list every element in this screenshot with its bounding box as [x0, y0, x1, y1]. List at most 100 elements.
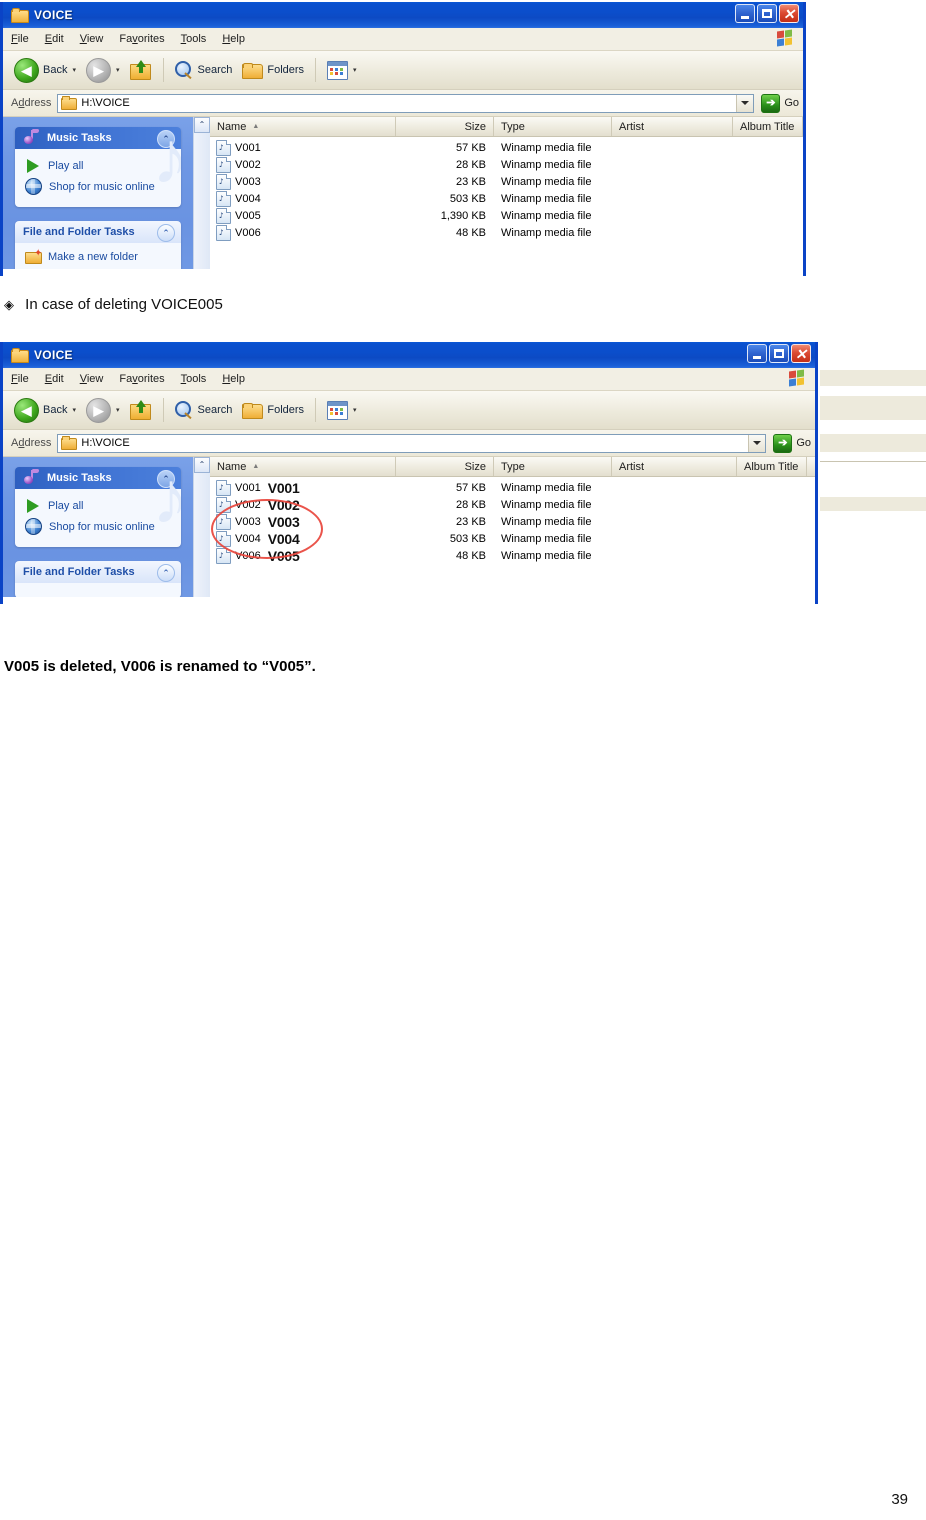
window-controls[interactable]: ✕ [735, 4, 799, 23]
menu-item-edit[interactable]: Edit [45, 33, 64, 45]
address-input[interactable]: H:\VOICE [57, 93, 755, 113]
music-tasks-header-2[interactable]: Music Tasks ⌃ [15, 467, 181, 489]
back-dropdown-icon-2[interactable]: ▾ [72, 407, 76, 414]
up-button[interactable] [125, 55, 157, 85]
music-tasks-header[interactable]: Music Tasks ⌃ [15, 127, 181, 149]
chevron-up-icon-4[interactable]: ⌃ [157, 564, 175, 582]
minimize-button[interactable] [735, 4, 755, 23]
forward-button[interactable]: ▶ ▾ [81, 55, 125, 85]
forward-button-2[interactable]: ▶ ▾ [81, 395, 125, 425]
file-rows-before[interactable]: ♪ V001 57 KB Winamp media file ♪ V002 28 KB Win… [210, 137, 803, 241]
file-row[interactable]: ♪ V006 48 KB Winamp media file [210, 224, 803, 241]
chevron-down-icon-2[interactable] [748, 434, 766, 452]
sidebar-item-shop-music[interactable]: Shop for music online [15, 176, 181, 197]
maximize-button[interactable] [757, 4, 777, 23]
address-bar-2[interactable]: Address H:\VOICE ➔ Go [3, 430, 815, 457]
chevron-up-icon-2[interactable]: ⌃ [157, 224, 175, 242]
file-row[interactable]: ♪ V001 V001 57 KB Winamp media file [210, 479, 815, 496]
scrollbar-track[interactable] [194, 133, 210, 269]
file-row[interactable]: ♪ V002 V002 28 KB Winamp media file [210, 496, 815, 513]
file-row[interactable]: ♪ V003 23 KB Winamp media file [210, 173, 803, 190]
menu-item-tools-2[interactable]: Tools [181, 373, 207, 385]
menu-item-edit-2[interactable]: Edit [45, 373, 64, 385]
file-row[interactable]: ♪ V005 1,390 KB Winamp media file [210, 207, 803, 224]
menu-item-view[interactable]: View [80, 33, 104, 45]
forward-dropdown-icon[interactable]: ▾ [116, 67, 120, 74]
file-list-before[interactable]: Name ▲ Size Type Artist Album Title ♪ V00… [210, 117, 803, 269]
scroll-up-icon-2[interactable]: ⌃ [194, 457, 210, 473]
column-header-album[interactable]: Album Title [733, 117, 803, 136]
column-header-artist-2[interactable]: Artist [612, 457, 737, 476]
chevron-down-icon[interactable] [736, 94, 754, 112]
sidebar-item-new-folder[interactable]: ✦ Make a new folder [15, 248, 181, 266]
title-bar[interactable]: VOICE ✕ [3, 2, 803, 28]
column-header-size[interactable]: Size [396, 117, 494, 136]
menu-item-favorites[interactable]: Favorites [119, 33, 164, 45]
file-row[interactable]: ♪ V006 V005 48 KB Winamp media file [210, 547, 815, 564]
toolbar-2[interactable]: ◀ Back ▾ ▶ ▾ Search Folders ▾ [3, 391, 815, 430]
sidebar-scrollbar[interactable]: ⌃ [193, 117, 210, 269]
column-header-artist[interactable]: Artist [612, 117, 733, 136]
column-headers[interactable]: Name ▲ Size Type Artist Album Title [210, 117, 803, 137]
scrollbar-track-2[interactable] [194, 473, 210, 597]
column-headers-2[interactable]: Name ▲ Size Type Artist Album Title [210, 457, 815, 477]
file-rows-after[interactable]: ♪ V001 V001 57 KB Winamp media file ♪ V002 V002… [210, 477, 815, 564]
file-folder-tasks-header-2[interactable]: File and Folder Tasks ⌃ [15, 561, 181, 583]
menu-item-help[interactable]: Help [222, 33, 245, 45]
close-icon[interactable]: ✕ [779, 4, 799, 23]
menu-item-tools[interactable]: Tools [181, 33, 207, 45]
menu-bar[interactable]: File Edit View Favorites Tools Help [3, 28, 803, 51]
folders-button[interactable]: Folders [237, 55, 309, 85]
file-list-after[interactable]: Name ▲ Size Type Artist Album Title ♪ V00… [210, 457, 815, 597]
search-button-2[interactable]: Search [170, 395, 238, 425]
sidebar-item-play-all-2[interactable]: Play all [15, 496, 181, 516]
forward-dropdown-icon-2[interactable]: ▾ [116, 407, 120, 414]
views-button[interactable]: ▾ [322, 55, 362, 85]
toolbar[interactable]: ◀ Back ▾ ▶ ▾ Search Folders ▾ [3, 51, 803, 90]
file-row[interactable]: ♪ V004 503 KB Winamp media file [210, 190, 803, 207]
file-row[interactable]: ♪ V003 V003 23 KB Winamp media file [210, 513, 815, 530]
back-dropdown-icon[interactable]: ▾ [72, 67, 76, 74]
address-input-2[interactable]: H:\VOICE [57, 433, 767, 453]
file-folder-tasks-header[interactable]: File and Folder Tasks ⌃ [15, 221, 181, 243]
back-button[interactable]: ◀ Back ▾ [9, 55, 81, 85]
menu-item-file-2[interactable]: File [11, 373, 29, 385]
file-row[interactable]: ♪ V001 57 KB Winamp media file [210, 139, 803, 156]
explorer-window-after[interactable]: VOICE ✕ File Edit View Favorites Tools H… [0, 342, 818, 604]
file-row[interactable]: ♪ V002 28 KB Winamp media file [210, 156, 803, 173]
sidebar-scrollbar-2[interactable]: ⌃ [193, 457, 210, 597]
menu-item-favorites-2[interactable]: Favorites [119, 373, 164, 385]
column-header-album-2[interactable]: Album Title [737, 457, 807, 476]
column-header-type-2[interactable]: Type [494, 457, 612, 476]
scroll-up-icon[interactable]: ⌃ [194, 117, 210, 133]
search-button[interactable]: Search [170, 55, 238, 85]
maximize-button-2[interactable] [769, 344, 789, 363]
go-button-2[interactable]: ➔ Go [773, 433, 811, 453]
close-icon-2[interactable]: ✕ [791, 344, 811, 363]
window-controls-2[interactable]: ✕ [747, 344, 811, 363]
minimize-button-2[interactable] [747, 344, 767, 363]
go-button[interactable]: ➔ Go [761, 93, 799, 113]
folders-button-2[interactable]: Folders [237, 395, 309, 425]
views-button-2[interactable]: ▾ [322, 395, 362, 425]
title-bar-2[interactable]: VOICE ✕ [3, 342, 815, 368]
views-dropdown-icon[interactable]: ▾ [353, 67, 357, 74]
file-row[interactable]: ♪ V004 V004 503 KB Winamp media file [210, 530, 815, 547]
sidebar-item-play-all[interactable]: Play all [15, 156, 181, 176]
views-dropdown-icon-2[interactable]: ▾ [353, 407, 357, 414]
menu-item-view-2[interactable]: View [80, 373, 104, 385]
address-bar[interactable]: Address H:\VOICE ➔ Go [3, 90, 803, 117]
column-header-size-2[interactable]: Size [396, 457, 494, 476]
chevron-up-icon[interactable]: ⌃ [157, 130, 175, 148]
column-header-name[interactable]: Name ▲ [210, 117, 396, 136]
chevron-up-icon-3[interactable]: ⌃ [157, 470, 175, 488]
sidebar-item-shop-music-2[interactable]: Shop for music online [15, 516, 181, 537]
up-button-2[interactable] [125, 395, 157, 425]
explorer-window-before[interactable]: VOICE ✕ File Edit View Favorites Tools H… [0, 2, 806, 276]
menu-item-file[interactable]: File [11, 33, 29, 45]
menu-item-help-2[interactable]: Help [222, 373, 245, 385]
menu-bar-2[interactable]: File Edit View Favorites Tools Help [3, 368, 815, 391]
column-header-name-2[interactable]: Name ▲ [210, 457, 396, 476]
back-button-2[interactable]: ◀ Back ▾ [9, 395, 81, 425]
column-header-type[interactable]: Type [494, 117, 612, 136]
